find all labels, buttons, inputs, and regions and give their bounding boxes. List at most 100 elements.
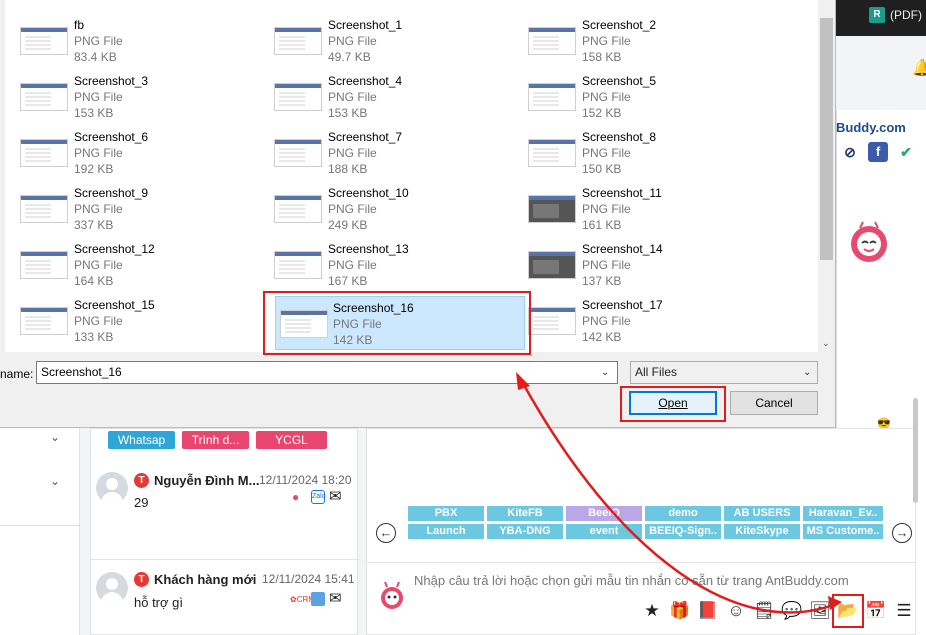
file-item[interactable]: Screenshot_2 PNG File 158 KB bbox=[508, 14, 748, 70]
star-icon[interactable]: ★ bbox=[641, 600, 663, 622]
chevron-down-icon[interactable]: ⌄ bbox=[50, 474, 60, 488]
file-type: PNG File bbox=[582, 314, 631, 328]
file-name: Screenshot_3 bbox=[74, 74, 149, 88]
book-icon[interactable]: 📕 bbox=[697, 600, 719, 622]
file-item[interactable]: fb PNG File 83.4 KB bbox=[0, 14, 240, 70]
check-icon[interactable]: ✔ bbox=[896, 142, 916, 162]
channel-badge: T bbox=[134, 473, 149, 488]
file-type: PNG File bbox=[74, 258, 123, 272]
calendar-icon[interactable]: 📅 bbox=[865, 600, 887, 622]
file-thumbnail bbox=[528, 139, 576, 167]
file-size: 83.4 KB bbox=[74, 50, 117, 64]
file-thumbnail bbox=[528, 27, 576, 55]
file-item[interactable]: Screenshot_4 PNG File 153 KB bbox=[254, 70, 494, 126]
tag-trinh-duyet[interactable]: Trình d... bbox=[182, 431, 249, 449]
file-name: Screenshot_10 bbox=[328, 186, 409, 200]
facebook-icon[interactable]: f bbox=[868, 142, 888, 162]
chevron-down-icon[interactable]: ⌄ bbox=[601, 367, 609, 378]
message-input[interactable]: Nhập câu trả lời hoặc chọn gửi mẫu tin n… bbox=[414, 573, 849, 588]
filename-input[interactable]: Screenshot_16 bbox=[36, 361, 618, 384]
file-name: Screenshot_9 bbox=[74, 186, 149, 200]
file-item[interactable]: Screenshot_11 PNG File 161 KB bbox=[508, 182, 748, 238]
file-item[interactable]: Screenshot_12 PNG File 164 KB bbox=[0, 238, 240, 294]
file-item[interactable]: Screenshot_5 PNG File 152 KB bbox=[508, 70, 748, 126]
file-item[interactable]: Screenshot_15 PNG File 133 KB bbox=[0, 294, 240, 350]
quick-reply[interactable]: KiteSkype bbox=[724, 524, 800, 539]
quick-reply[interactable]: PBX bbox=[408, 506, 484, 521]
file-item[interactable]: Screenshot_13 PNG File 167 KB bbox=[254, 238, 494, 294]
left-navigation: ⌄ ⌄ bbox=[0, 428, 80, 635]
file-item[interactable]: Screenshot_1 PNG File 49.7 KB bbox=[254, 14, 494, 70]
quick-reply[interactable]: Launch bbox=[408, 524, 484, 539]
mail-icon[interactable]: ✉ bbox=[329, 487, 342, 505]
researchgate-favicon-icon: R bbox=[869, 7, 885, 23]
file-type: PNG File bbox=[582, 146, 631, 160]
file-size: 153 KB bbox=[74, 106, 114, 120]
quick-reply[interactable]: KiteFB bbox=[487, 506, 563, 521]
quick-reply[interactable]: BeeIQ bbox=[566, 506, 642, 521]
quick-reply[interactable]: event bbox=[566, 524, 642, 539]
file-name: Screenshot_12 bbox=[74, 242, 155, 256]
scroll-right-button[interactable]: → bbox=[892, 523, 912, 543]
message-preview: 29 bbox=[134, 495, 149, 510]
tag-ycgl[interactable]: YCGL bbox=[256, 431, 327, 449]
avatar bbox=[96, 572, 128, 604]
highlight-open-button bbox=[620, 386, 726, 422]
file-type: PNG File bbox=[328, 202, 377, 216]
file-thumbnail bbox=[528, 83, 576, 111]
quick-reply[interactable]: BEEIQ-Sign.. bbox=[645, 524, 721, 539]
tag-whatsapp[interactable]: Whatsap bbox=[108, 431, 175, 449]
file-type: PNG File bbox=[328, 90, 377, 104]
quick-reply[interactable]: AB USERS bbox=[724, 506, 800, 521]
file-thumbnail bbox=[528, 195, 576, 223]
quick-reply[interactable]: demo bbox=[645, 506, 721, 521]
file-name: fb bbox=[74, 18, 85, 32]
file-item[interactable]: Screenshot_10 PNG File 249 KB bbox=[254, 182, 494, 238]
file-size: 150 KB bbox=[582, 162, 622, 176]
file-size: 158 KB bbox=[582, 50, 622, 64]
file-item[interactable]: Screenshot_7 PNG File 188 KB bbox=[254, 126, 494, 182]
block-icon[interactable]: ⊘ bbox=[840, 142, 860, 162]
scrollbar-thumb[interactable] bbox=[820, 18, 833, 260]
browser-tab-title[interactable]: (PDF) N bbox=[890, 8, 926, 22]
cancel-button[interactable]: Cancel bbox=[730, 391, 818, 415]
mail-icon[interactable]: ✉ bbox=[329, 589, 342, 607]
chat-scrollbar[interactable] bbox=[913, 398, 918, 503]
highlight-selected-file bbox=[263, 291, 531, 355]
file-item[interactable]: Screenshot_8 PNG File 150 KB bbox=[508, 126, 748, 182]
file-size: 142 KB bbox=[582, 330, 622, 344]
file-thumbnail bbox=[274, 251, 322, 279]
scroll-down-arrow-icon[interactable]: ⌄ bbox=[822, 338, 830, 349]
file-thumbnail bbox=[528, 251, 576, 279]
file-item[interactable]: Screenshot_6 PNG File 192 KB bbox=[0, 126, 240, 182]
message-time: 12/11/2024 18:20 bbox=[259, 473, 352, 487]
chat-bubble-icon[interactable]: 💬 bbox=[781, 600, 803, 622]
file-type-filter[interactable]: All Files bbox=[630, 361, 818, 384]
file-item[interactable]: Screenshot_9 PNG File 337 KB bbox=[0, 182, 240, 238]
file-item[interactable]: Screenshot_17 PNG File 142 KB bbox=[508, 294, 748, 350]
file-item[interactable]: Screenshot_3 PNG File 153 KB bbox=[0, 70, 240, 126]
quick-reply[interactable]: MS Custome.. bbox=[803, 524, 883, 539]
image-icon[interactable]: 🖼 bbox=[809, 600, 831, 622]
file-item[interactable]: Screenshot_14 PNG File 137 KB bbox=[508, 238, 748, 294]
file-name: Screenshot_8 bbox=[582, 130, 657, 144]
chevron-down-icon[interactable]: ⌄ bbox=[50, 430, 60, 444]
list-icon[interactable]: ☰ bbox=[893, 600, 915, 622]
note-icon[interactable]: 🗒 bbox=[753, 600, 775, 622]
chevron-down-icon[interactable]: ⌄ bbox=[803, 367, 811, 378]
antbuddy-mascot-icon bbox=[851, 221, 887, 262]
divider bbox=[91, 559, 359, 560]
file-size: 49.7 KB bbox=[328, 50, 371, 64]
quick-reply[interactable]: YBA-DNG bbox=[487, 524, 563, 539]
document-icon bbox=[311, 592, 325, 606]
file-size: 337 KB bbox=[74, 218, 114, 232]
file-name: Screenshot_6 bbox=[74, 130, 149, 144]
scroll-left-button[interactable]: ← bbox=[376, 523, 396, 543]
gift-icon[interactable]: 🎁 bbox=[669, 600, 691, 622]
highlight-folder-button bbox=[832, 594, 864, 628]
quick-reply[interactable]: Haravan_Ev.. bbox=[803, 506, 883, 521]
file-name: Screenshot_17 bbox=[582, 298, 663, 312]
smiley-icon[interactable]: ☺ bbox=[725, 600, 747, 622]
notification-bell-icon[interactable]: 🔔 bbox=[912, 58, 926, 78]
file-size: 153 KB bbox=[328, 106, 368, 120]
